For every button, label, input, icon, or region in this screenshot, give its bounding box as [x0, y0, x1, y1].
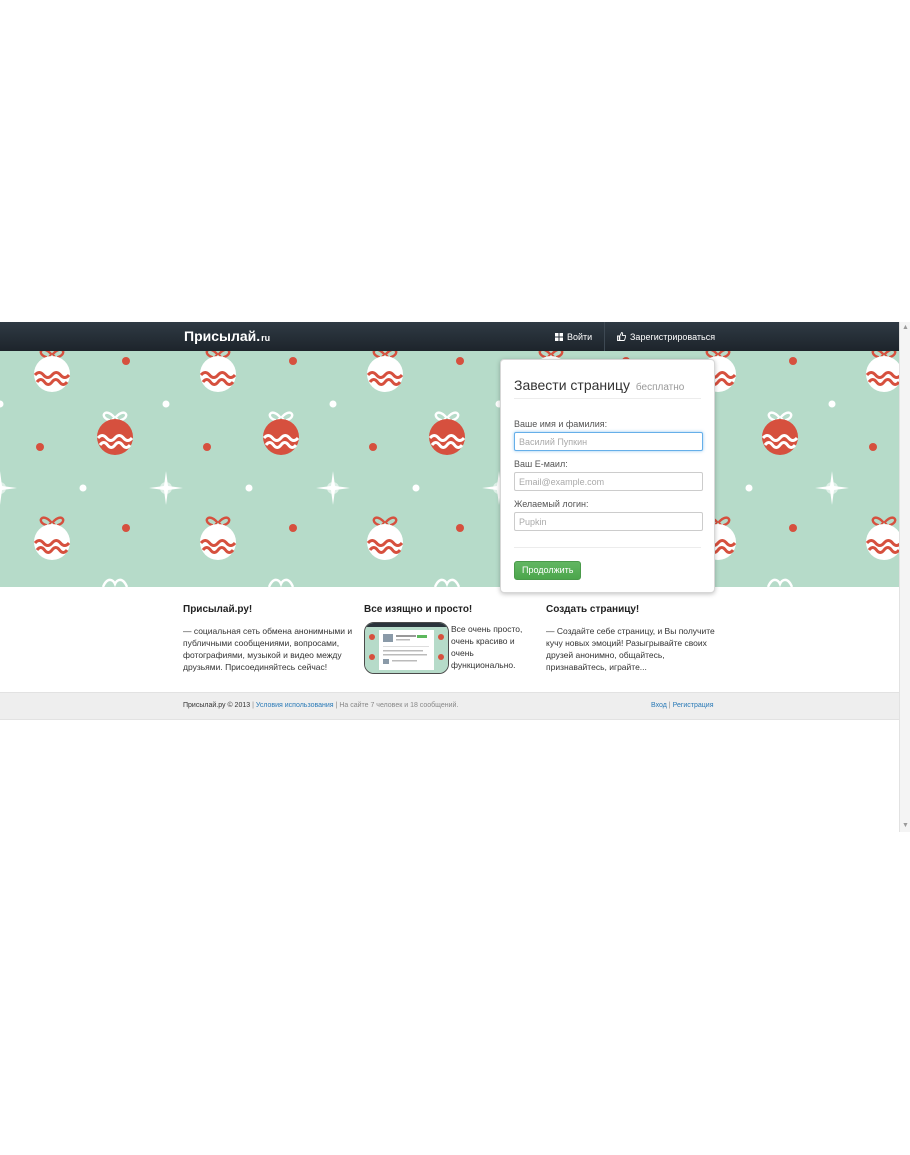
- pattern-dot: [456, 357, 464, 365]
- ornament-icon: [366, 351, 404, 392]
- brand-tld: ru: [261, 333, 271, 343]
- divider: [514, 398, 701, 399]
- scrollbar[interactable]: ▲ ▼: [899, 322, 910, 832]
- ornament-icon: [96, 411, 134, 455]
- pattern-dot: [289, 524, 297, 532]
- ornament-icon: [267, 578, 295, 587]
- footer-separator: |: [335, 702, 338, 709]
- sparkle-icon: [316, 471, 350, 505]
- pattern-dot: [869, 443, 877, 451]
- sparkle-icon: [0, 471, 17, 505]
- continue-button[interactable]: Продолжить: [514, 561, 582, 580]
- ornament-icon: [262, 411, 300, 455]
- footer-login-link[interactable]: Вход: [651, 702, 667, 709]
- page: Присылай.ru Войти Зарегистрироваться Зав…: [0, 322, 899, 832]
- footer-right: Вход | Регистрация: [651, 702, 714, 709]
- hero-banner: [0, 351, 899, 587]
- login-label: Желаемый логин:: [514, 499, 589, 509]
- ornament-icon: [428, 411, 466, 455]
- ornament-icon: [433, 578, 461, 587]
- signup-title-suffix: бесплатно: [635, 382, 685, 393]
- footer: Присылай.ру © 2013 | Условия использован…: [0, 692, 899, 720]
- email-label: Ваш E-маил:: [514, 459, 568, 469]
- feature-title: Присылай.ру!: [183, 604, 253, 615]
- ornament-icon: [366, 516, 404, 560]
- ornament-icon: [199, 516, 237, 560]
- pattern-dot: [412, 484, 420, 492]
- brand-logo[interactable]: Присылай.ru: [184, 328, 270, 344]
- ornament-icon: [766, 578, 794, 587]
- pattern-dot: [789, 357, 797, 365]
- feature-title: Все изящно и просто!: [364, 604, 473, 615]
- nav-register-label: Зарегистрироваться: [630, 331, 716, 342]
- grid-icon: [555, 332, 563, 341]
- nav-login-label: Войти: [567, 331, 593, 342]
- signup-card: Завести страницу бесплатно Ваше имя и фа…: [500, 359, 715, 593]
- brand-name: Присылай.: [184, 328, 261, 344]
- site-stats: На сайте 7 человек и 18 сообщений.: [339, 702, 459, 709]
- thumbs-up-icon: [617, 332, 626, 341]
- pattern-dot: [789, 524, 797, 532]
- name-input[interactable]: [514, 432, 703, 451]
- signup-title-text: Завести страницу: [514, 377, 630, 393]
- divider: [514, 547, 701, 548]
- pattern-dot: [369, 443, 377, 451]
- pattern-dot: [162, 400, 170, 408]
- sparkle-icon: [149, 471, 183, 505]
- login-input[interactable]: [514, 512, 703, 531]
- copyright: Присылай.ру © 2013: [183, 702, 251, 709]
- feature-title: Создать страницу!: [546, 604, 640, 615]
- name-label: Ваше имя и фамилия:: [514, 419, 608, 429]
- pattern-dot: [36, 443, 44, 451]
- scroll-down-icon[interactable]: ▼: [902, 822, 909, 830]
- pattern-dot: [122, 524, 130, 532]
- footer-register-link[interactable]: Регистрация: [673, 702, 714, 709]
- pattern-dot: [122, 357, 130, 365]
- email-input[interactable]: [514, 472, 703, 491]
- pattern-dot: [203, 443, 211, 451]
- footer-separator: |: [668, 702, 671, 709]
- ornament-icon: [865, 516, 899, 560]
- footer-separator: |: [252, 702, 254, 709]
- feature-text: — социальная сеть обмена анонимными и пу…: [183, 626, 353, 672]
- pattern-dot: [289, 357, 297, 365]
- ornament-icon: [33, 516, 71, 560]
- feature-about: Присылай.ру! — социальная сеть обмена ан…: [183, 604, 358, 673]
- ornament-icon: [199, 351, 237, 392]
- ornament-icon: [33, 351, 71, 392]
- pattern-dot: [0, 400, 4, 408]
- pattern-dot: [745, 484, 753, 492]
- navbar: Присылай.ru Войти Зарегистрироваться: [0, 322, 899, 352]
- pattern-dot: [79, 484, 87, 492]
- ornament-icon: [865, 351, 899, 392]
- terms-link[interactable]: Условия использования: [256, 702, 334, 709]
- feature-text: Все очень просто, очень красиво и очень …: [451, 624, 523, 670]
- feature-create: Создать страницу! — Создайте себе страни…: [546, 604, 721, 673]
- pattern-dot: [329, 400, 337, 408]
- footer-left: Присылай.ру © 2013 | Условия использован…: [183, 702, 458, 709]
- site-preview-image: [364, 622, 449, 674]
- feature-text: — Создайте себе страницу, и Вы получите …: [546, 626, 715, 672]
- nav-register-link[interactable]: Зарегистрироваться: [604, 322, 727, 351]
- pattern-dot: [828, 400, 836, 408]
- sparkle-icon: [815, 471, 849, 505]
- pattern-dot: [245, 484, 253, 492]
- holiday-pattern: [0, 351, 899, 587]
- nav-login-link[interactable]: Войти: [545, 322, 606, 351]
- ornament-icon: [101, 578, 129, 587]
- feature-simple: Все изящно и просто! Все очень просто, о…: [364, 604, 534, 674]
- ornament-icon: [761, 411, 799, 455]
- pattern-dot: [456, 524, 464, 532]
- scroll-up-icon[interactable]: ▲: [902, 324, 909, 332]
- signup-title: Завести страницу бесплатно: [514, 377, 684, 393]
